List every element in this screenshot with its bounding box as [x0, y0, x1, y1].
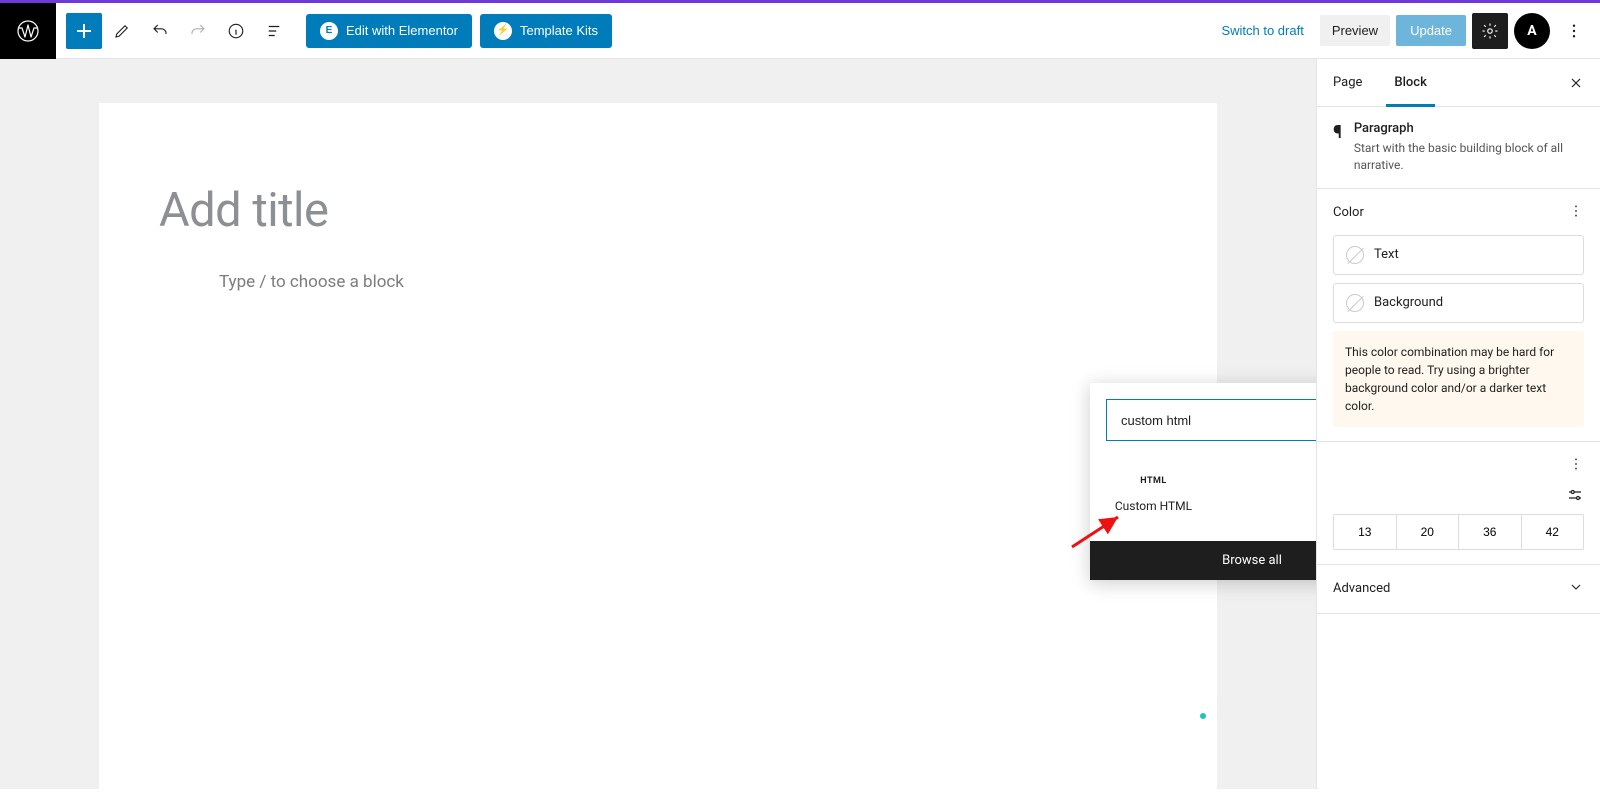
- add-block-button[interactable]: [66, 13, 102, 49]
- html-icon: HTML: [1142, 469, 1166, 493]
- button-label: Edit with Elementor: [346, 23, 458, 38]
- status-indicator-dot: [1200, 713, 1206, 719]
- tab-block[interactable]: Block: [1378, 59, 1442, 106]
- elementor-icon: E: [320, 22, 338, 40]
- color-heading: Color: [1333, 205, 1364, 220]
- advanced-section[interactable]: Advanced: [1317, 565, 1600, 614]
- text-color-control[interactable]: Text: [1333, 235, 1584, 275]
- close-sidebar-button[interactable]: [1552, 59, 1600, 107]
- chevron-down-icon: [1568, 579, 1584, 599]
- sliders-icon[interactable]: [1566, 486, 1584, 508]
- font-size-36[interactable]: 36: [1459, 515, 1522, 549]
- more-options-button[interactable]: [1556, 13, 1592, 49]
- editor-canvas-area: Add title Type / to choose a block HTML …: [0, 59, 1316, 789]
- tab-page[interactable]: Page: [1317, 59, 1378, 106]
- theme-icon[interactable]: A: [1514, 13, 1550, 49]
- title-input[interactable]: Add title: [159, 183, 1157, 238]
- contrast-warning: This color combination may be hard for p…: [1333, 331, 1584, 427]
- update-button[interactable]: Update: [1396, 15, 1466, 46]
- color-swatch-none-icon: [1346, 294, 1364, 312]
- settings-button[interactable]: [1472, 13, 1508, 49]
- color-label: Text: [1374, 247, 1399, 262]
- color-section: Color Text Background This color combina…: [1317, 189, 1600, 442]
- bolt-icon: ⚡: [494, 22, 512, 40]
- color-label: Background: [1374, 295, 1443, 310]
- edit-button[interactable]: [104, 13, 140, 49]
- block-settings-sidebar: Page Block ¶ Paragraph Start with the ba…: [1316, 59, 1600, 789]
- edit-with-elementor-button[interactable]: E Edit with Elementor: [306, 14, 472, 48]
- typography-section: 13 20 36 42: [1317, 442, 1600, 565]
- editor-topbar: E Edit with Elementor ⚡ Template Kits Sw…: [0, 3, 1600, 59]
- button-label: Template Kits: [520, 23, 598, 38]
- color-swatch-none-icon: [1346, 246, 1364, 264]
- advanced-heading: Advanced: [1333, 581, 1390, 596]
- wp-logo[interactable]: [0, 3, 56, 59]
- block-description: Start with the basic building block of a…: [1354, 140, 1584, 174]
- section-options-button[interactable]: [1568, 456, 1584, 476]
- font-size-20[interactable]: 20: [1397, 515, 1460, 549]
- preview-button[interactable]: Preview: [1320, 15, 1390, 46]
- background-color-control[interactable]: Background: [1333, 283, 1584, 323]
- font-size-presets: 13 20 36 42: [1333, 514, 1584, 550]
- block-title: Paragraph: [1354, 121, 1584, 136]
- inserter-search-wrap: [1106, 399, 1316, 441]
- switch-to-draft-button[interactable]: Switch to draft: [1211, 17, 1313, 44]
- page-canvas[interactable]: Add title Type / to choose a block: [99, 103, 1217, 789]
- template-kits-button[interactable]: ⚡ Template Kits: [480, 14, 612, 48]
- paragraph-placeholder[interactable]: Type / to choose a block: [219, 272, 1157, 292]
- section-options-button[interactable]: [1568, 203, 1584, 223]
- block-inserter-popup: HTML Custom HTML Browse all: [1090, 383, 1316, 580]
- paragraph-icon: ¶: [1333, 122, 1342, 143]
- undo-button[interactable]: [142, 13, 178, 49]
- font-size-13[interactable]: 13: [1334, 515, 1397, 549]
- inserter-result-custom-html[interactable]: HTML Custom HTML: [1106, 457, 1201, 525]
- inserter-search-input[interactable]: [1119, 412, 1316, 429]
- inserter-result-label: Custom HTML: [1115, 499, 1192, 513]
- info-button[interactable]: [218, 13, 254, 49]
- redo-button[interactable]: [180, 13, 216, 49]
- font-size-42[interactable]: 42: [1522, 515, 1584, 549]
- block-info-section: ¶ Paragraph Start with the basic buildin…: [1317, 107, 1600, 189]
- browse-all-button[interactable]: Browse all: [1090, 541, 1316, 580]
- outline-button[interactable]: [256, 13, 292, 49]
